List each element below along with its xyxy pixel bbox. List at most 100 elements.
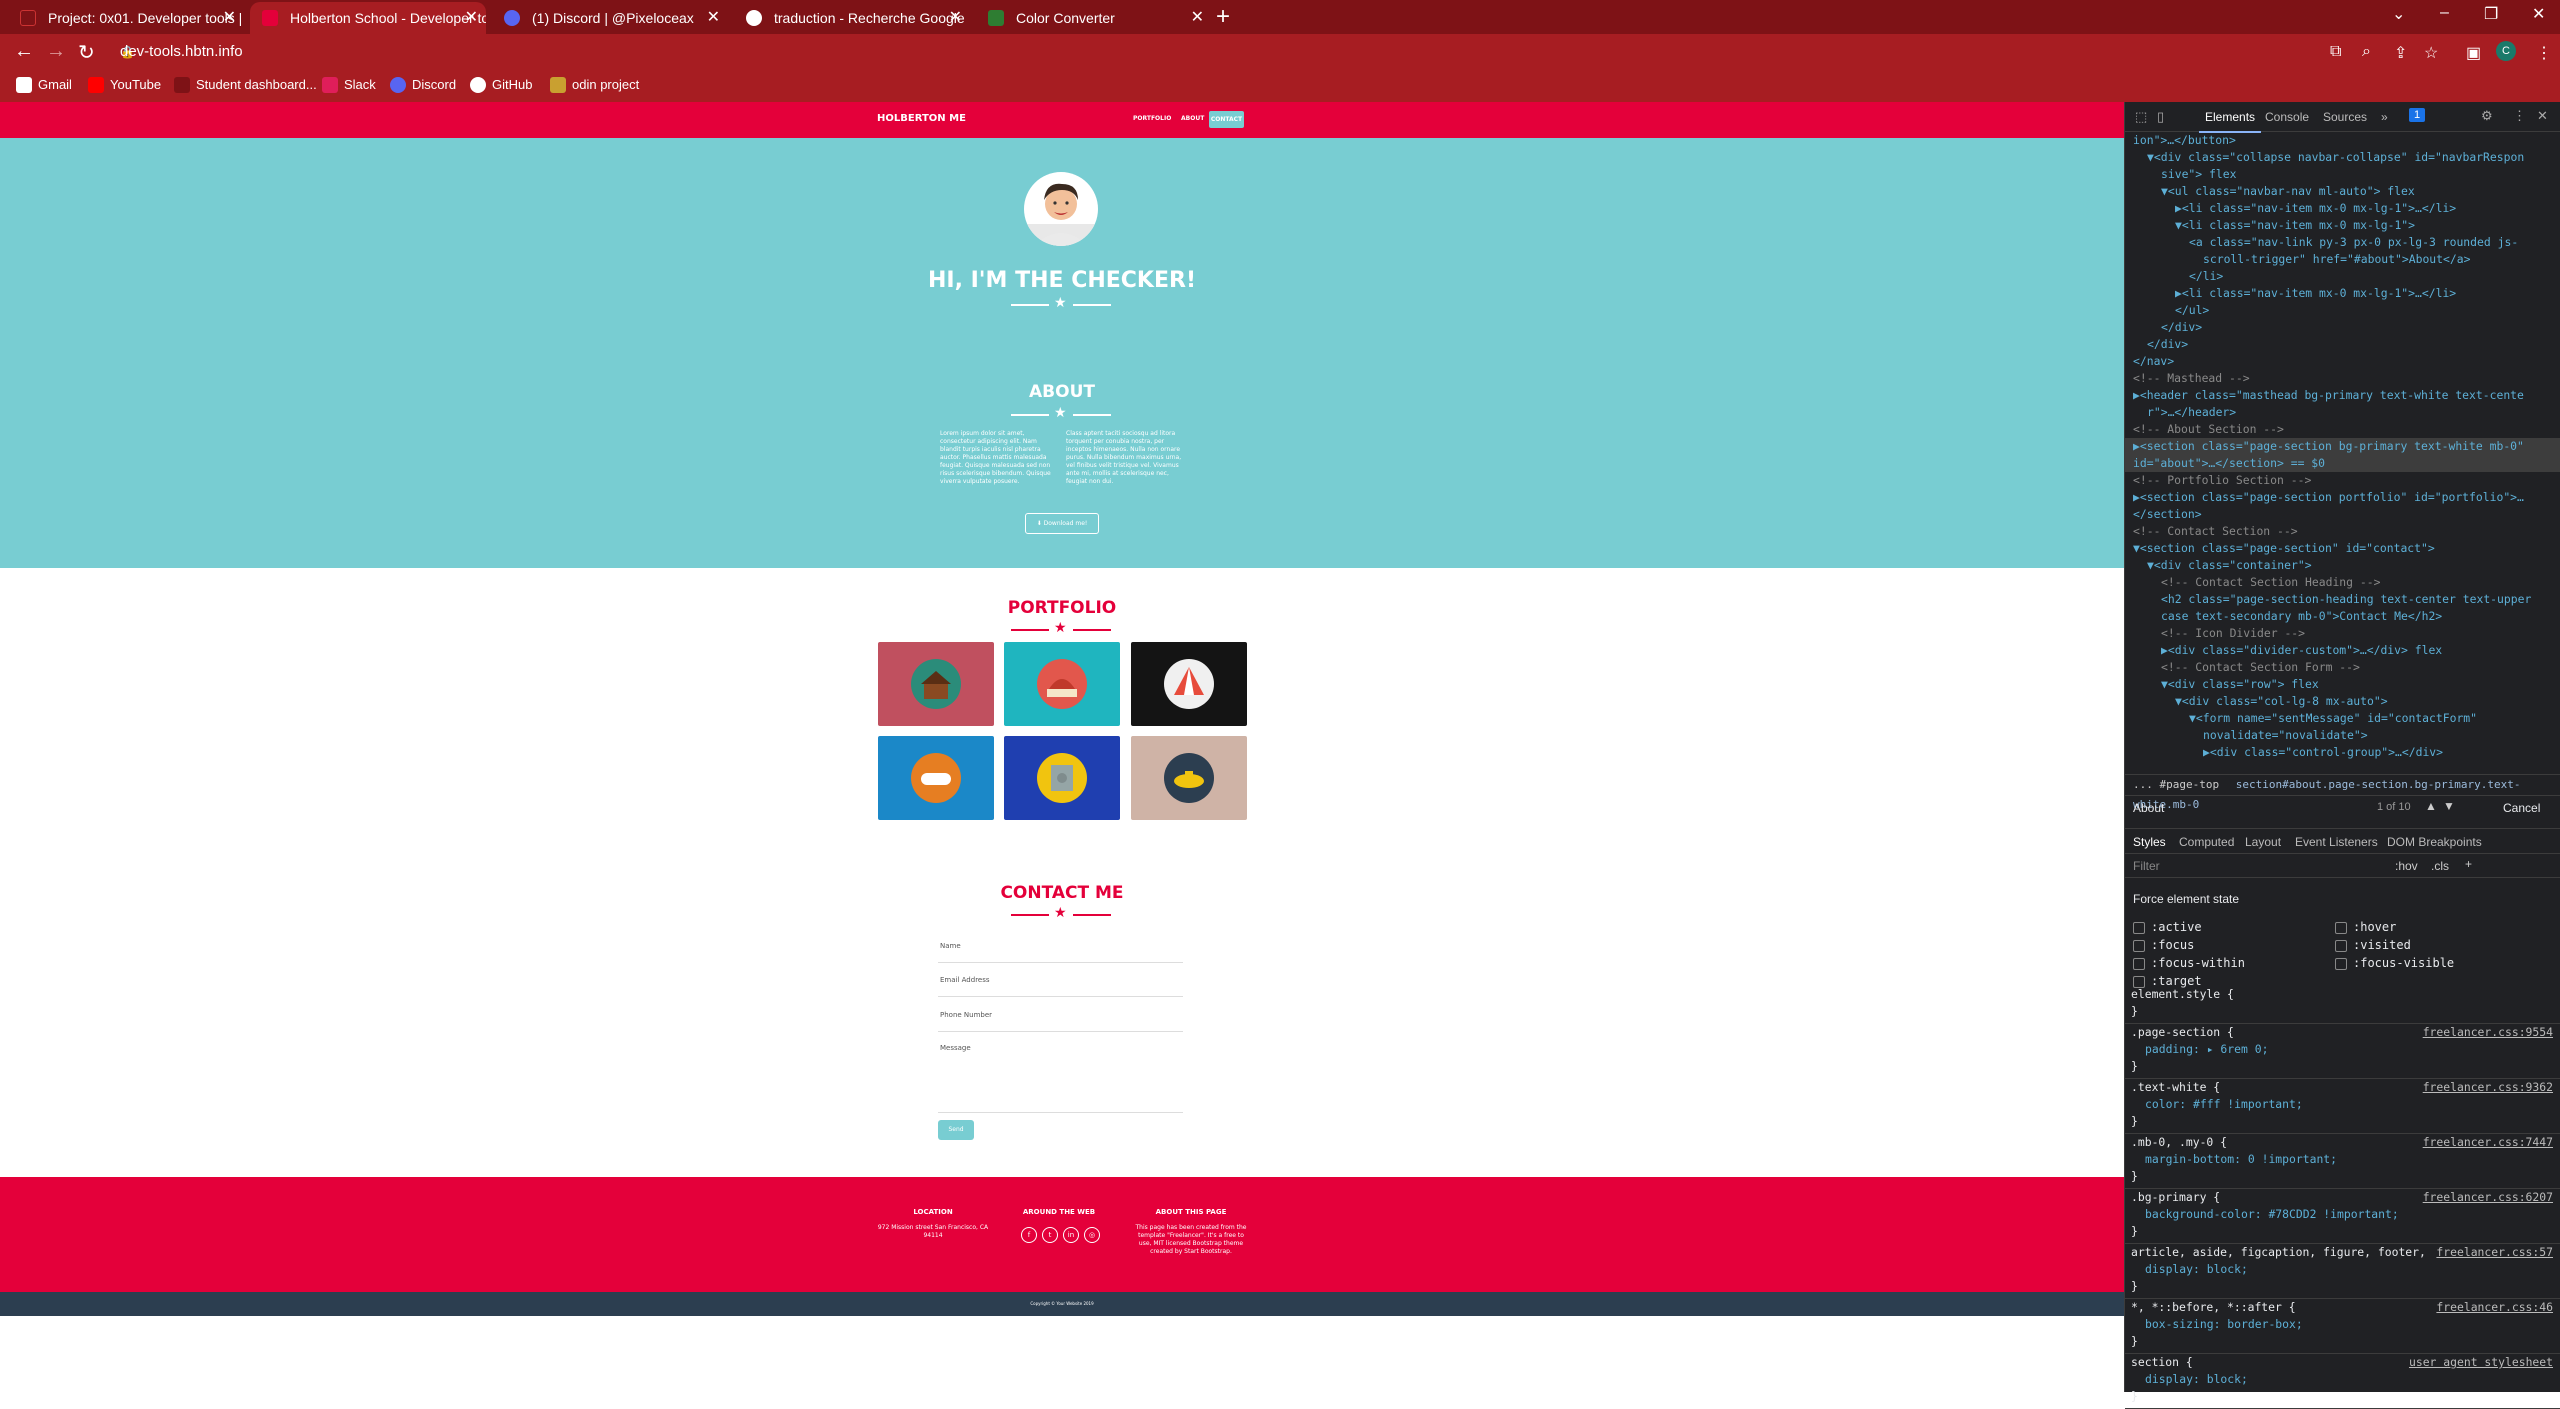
css-rule[interactable]: .bg-primary {freelancer.css:6207 backgrou… — [2125, 1189, 2560, 1244]
close-icon[interactable]: ✕ — [1191, 2, 1204, 34]
search-prev-icon[interactable]: ▲ — [2425, 799, 2437, 813]
close-icon[interactable]: ✕ — [465, 2, 478, 34]
zoom-icon[interactable]: ⌕ — [2362, 43, 2371, 61]
dom-node-line[interactable]: <!-- Contact Section Form --> — [2125, 659, 2560, 676]
dom-node-line[interactable]: <!-- Masthead --> — [2125, 370, 2560, 387]
omnibox[interactable]: 🔒 — [100, 38, 2360, 66]
cls-toggle[interactable]: .cls — [2431, 859, 2449, 873]
portfolio-item-submarine[interactable] — [1131, 736, 1247, 820]
bookmark-star-icon[interactable]: ☆ — [2424, 43, 2438, 63]
state-active-checkbox[interactable]: :active — [2133, 920, 2202, 934]
dom-tree[interactable]: ion">…</button> ▼<div class="collapse nav… — [2125, 132, 2560, 862]
dom-node-line[interactable]: <a class="nav-link py-3 px-0 px-lg-3 rou… — [2125, 234, 2560, 251]
dom-node-line[interactable]: ▼<div class="collapse navbar-collapse" i… — [2125, 149, 2560, 166]
dom-node-line[interactable]: ▼<ul class="navbar-nav ml-auto"> flex — [2125, 183, 2560, 200]
dom-node-line[interactable]: <!-- Icon Divider --> — [2125, 625, 2560, 642]
css-source-link[interactable]: freelancer.css:57 — [2436, 1244, 2553, 1261]
twitter-icon[interactable]: t — [1042, 1227, 1058, 1243]
nav-contact[interactable]: CONTACT — [1209, 111, 1244, 128]
forward-icon[interactable]: → — [46, 40, 66, 63]
dom-node-line[interactable]: scroll-trigger" href="#about">About</a> — [2125, 251, 2560, 268]
facebook-icon[interactable]: f — [1021, 1227, 1037, 1243]
state-focus-visible-checkbox[interactable]: :focus-visible — [2335, 956, 2454, 970]
dom-node-line[interactable]: ▶<section class="page-section bg-primary… — [2125, 438, 2560, 455]
dom-node-line[interactable]: ▶<section class="page-section portfolio"… — [2125, 489, 2560, 506]
styles-filter-input[interactable]: Filter — [2133, 859, 2160, 873]
css-source-link[interactable]: freelancer.css:46 — [2436, 1299, 2553, 1316]
css-declaration[interactable]: display: block; — [2131, 1261, 2560, 1278]
side-panel-icon[interactable]: ▣ — [2466, 43, 2481, 63]
portfolio-item-circus[interactable] — [1131, 642, 1247, 726]
more-tabs-icon[interactable]: » — [2381, 110, 2388, 124]
css-source-link[interactable]: freelancer.css:7447 — [2423, 1134, 2553, 1151]
state-focus-checkbox[interactable]: :focus — [2133, 938, 2194, 952]
settings-gear-icon[interactable]: ⚙ — [2481, 108, 2493, 124]
css-rule[interactable]: .text-white {freelancer.css:9362 color: #… — [2125, 1079, 2560, 1134]
css-rule[interactable]: article, aside, figcaption, figure, foot… — [2125, 1244, 2560, 1299]
dom-node-line[interactable]: </li> — [2125, 268, 2560, 285]
css-declaration[interactable]: padding: ▸ 6rem 0; — [2131, 1041, 2560, 1058]
dom-node-line[interactable]: </section> — [2125, 506, 2560, 523]
dom-node-line[interactable]: </ul> — [2125, 302, 2560, 319]
dom-node-line[interactable]: </nav> — [2125, 353, 2560, 370]
css-source-link[interactable]: freelancer.css:6207 — [2423, 1189, 2553, 1206]
css-rule[interactable]: .page-section {freelancer.css:9554 paddin… — [2125, 1024, 2560, 1079]
tab-search-icon[interactable]: ⌄ — [2392, 4, 2405, 24]
dom-node-line[interactable]: ▼<li class="nav-item mx-0 mx-lg-1"> — [2125, 217, 2560, 234]
dom-node-line[interactable]: <!-- About Section --> — [2125, 421, 2560, 438]
send-button[interactable]: Send — [938, 1120, 974, 1140]
dom-node-line[interactable]: <!-- Portfolio Section --> — [2125, 472, 2560, 489]
nav-portfolio[interactable]: PORTFOLIO — [1133, 115, 1171, 122]
dom-node-line[interactable]: </div> — [2125, 319, 2560, 336]
css-source-link[interactable]: user agent stylesheet — [2409, 1354, 2553, 1371]
dribbble-icon[interactable]: ◎ — [1084, 1227, 1100, 1243]
dom-node-line[interactable]: id="about">…</section> == $0 — [2125, 455, 2560, 472]
tab-styles[interactable]: Styles — [2133, 835, 2166, 849]
dom-node-line[interactable]: case text-secondary mb-0">Contact Me</h2… — [2125, 608, 2560, 625]
dom-node-line[interactable]: ▶<li class="nav-item mx-0 mx-lg-1">…</li… — [2125, 285, 2560, 302]
css-source-link[interactable]: freelancer.css:9554 — [2423, 1024, 2553, 1041]
tab-discord[interactable]: (1) Discord | @Pixeloceax ✕ — [492, 2, 728, 34]
dom-node-line[interactable]: ▼<div class="container"> — [2125, 557, 2560, 574]
tab-holberton[interactable]: Holberton School - Developer to ✕ — [250, 2, 486, 34]
cancel-search-button[interactable]: Cancel — [2503, 801, 2540, 815]
search-input[interactable]: About — [2133, 801, 2164, 815]
download-button[interactable]: ⬇ Download me! — [1025, 513, 1099, 534]
dom-node-line[interactable]: novalidate="novalidate"> — [2125, 727, 2560, 744]
dom-node-line[interactable]: ▼<div class="col-lg-8 mx-auto"> — [2125, 693, 2560, 710]
phone-field[interactable]: Phone Number — [940, 1011, 992, 1019]
dom-node-line[interactable]: ▶<div class="divider-custom">…</div> fle… — [2125, 642, 2560, 659]
new-tab-button[interactable]: + — [1216, 2, 1230, 32]
bookmark-youtube[interactable]: YouTube — [88, 77, 161, 93]
reload-icon[interactable]: ↻ — [78, 40, 95, 65]
dom-node-line[interactable]: </div> — [2125, 336, 2560, 353]
email-field[interactable]: Email Address — [940, 976, 990, 984]
tab-console[interactable]: Console — [2265, 110, 2309, 124]
bookmark-odin-project[interactable]: odin project — [550, 77, 639, 93]
translate-icon[interactable]: ⧉ — [2330, 43, 2341, 61]
tab-color-converter[interactable]: Color Converter ✕ — [976, 2, 1212, 34]
css-declaration[interactable]: display: block; — [2131, 1371, 2560, 1388]
portfolio-item-game[interactable] — [878, 736, 994, 820]
portfolio-item-safe[interactable] — [1004, 736, 1120, 820]
share-icon[interactable]: ⇪ — [2394, 43, 2407, 63]
dom-node-line[interactable]: r">…</header> — [2125, 404, 2560, 421]
css-rule[interactable]: section {user agent stylesheet display: b… — [2125, 1354, 2560, 1409]
device-toggle-icon[interactable]: ▯ — [2157, 109, 2164, 125]
dom-node-line[interactable]: sive"> flex — [2125, 166, 2560, 183]
profile-avatar[interactable]: C — [2496, 41, 2516, 61]
tab-dom-breakpoints[interactable]: DOM Breakpoints — [2387, 835, 2482, 849]
css-declaration[interactable]: box-sizing: border-box; — [2131, 1316, 2560, 1333]
search-next-icon[interactable]: ▼ — [2443, 799, 2455, 813]
url-text[interactable]: dev-tools.hbtn.info — [120, 43, 243, 60]
css-rule[interactable]: .mb-0, .my-0 {freelancer.css:7447 margin-… — [2125, 1134, 2560, 1189]
bookmark-gmail[interactable]: Gmail — [16, 77, 72, 93]
portfolio-item-cake[interactable] — [1004, 642, 1120, 726]
css-declaration[interactable]: color: #fff !important; — [2131, 1096, 2560, 1113]
devtools-menu-icon[interactable]: ⋮ — [2513, 108, 2526, 124]
dom-node-line[interactable]: ▼<div class="row"> flex — [2125, 676, 2560, 693]
dom-node-line[interactable]: ion">…</button> — [2125, 132, 2560, 149]
css-declaration[interactable]: background-color: #78CDD2 !important; — [2131, 1206, 2560, 1223]
dom-node-line[interactable]: ▼<section class="page-section" id="conta… — [2125, 540, 2560, 557]
message-field[interactable]: Message — [940, 1044, 971, 1052]
